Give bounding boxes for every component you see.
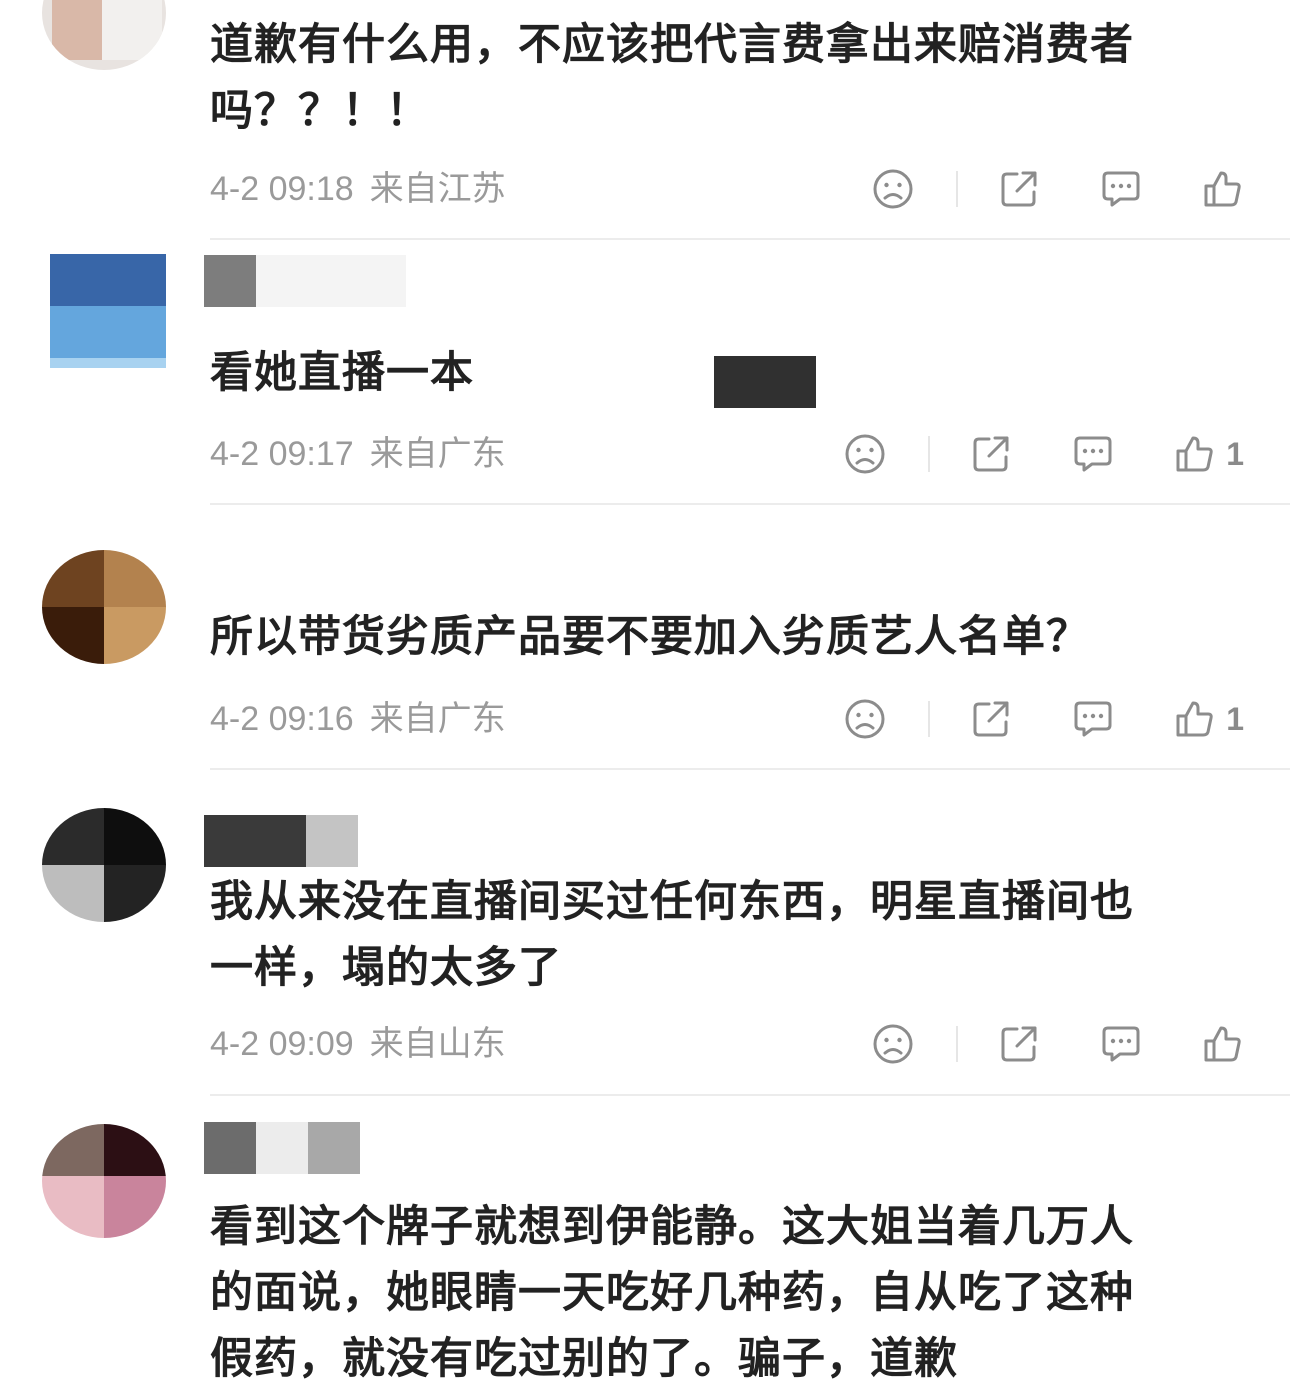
avatar[interactable]	[42, 550, 166, 664]
comment-location: 来自广东	[369, 700, 506, 738]
action-separator	[928, 436, 931, 472]
action-separator	[928, 701, 931, 737]
action-separator	[956, 1026, 958, 1062]
nickname-redacted[interactable]	[204, 1122, 464, 1174]
share-button[interactable]	[998, 1023, 1040, 1065]
avatar[interactable]	[42, 0, 166, 70]
action-separator	[956, 171, 958, 207]
like-button[interactable]	[1202, 1023, 1244, 1065]
comment-location: 来自江苏	[369, 170, 506, 208]
comment-time: 4-2 09:17	[210, 435, 354, 473]
share-icon	[1001, 1026, 1037, 1062]
comment-text: 看到这个牌子就想到伊能静。这大姐当着几万人 的面说，她眼睛一天吃好几种药，自从吃…	[210, 1202, 1134, 1384]
comment-actions	[872, 1019, 1244, 1069]
sad-face-icon	[873, 1024, 913, 1064]
like-button[interactable]	[1202, 168, 1244, 210]
reply-button[interactable]	[1100, 1023, 1142, 1065]
comment-bubble-icon	[1102, 171, 1140, 207]
avatar[interactable]	[42, 1124, 166, 1238]
share-icon	[973, 436, 1009, 472]
nickname-redacted[interactable]	[204, 815, 464, 867]
comment-actions: 1	[844, 694, 1244, 744]
comment-divider	[210, 1094, 1290, 1096]
sad-face-icon	[845, 699, 885, 739]
comment-divider	[210, 238, 1290, 240]
comment-meta: 4-2 09:18 来自江苏	[210, 164, 506, 214]
dislike-button[interactable]	[844, 698, 886, 740]
reply-button[interactable]	[1072, 698, 1114, 740]
comment-text: 道歉有什么用，不应该把代言费拿出来赔消费者 吗？？！！	[210, 20, 1134, 136]
share-button[interactable]	[998, 168, 1040, 210]
thumbs-up-icon	[1176, 436, 1213, 472]
comment-divider	[210, 503, 1290, 505]
thumbs-up-icon	[1204, 171, 1241, 207]
reply-button[interactable]	[1100, 168, 1142, 210]
comment-actions: 1	[844, 429, 1244, 479]
comment-location: 来自山东	[369, 1025, 506, 1063]
avatar[interactable]	[50, 254, 166, 368]
like-count: 1	[1226, 435, 1244, 472]
like-button[interactable]: 1	[1174, 433, 1244, 475]
share-button[interactable]	[970, 698, 1012, 740]
comment-bubble-icon	[1102, 1026, 1140, 1062]
like-button[interactable]: 1	[1174, 698, 1244, 740]
sad-face-icon	[845, 434, 885, 474]
comment-time: 4-2 09:18	[210, 170, 354, 208]
comment-actions	[872, 164, 1244, 214]
comment-time: 4-2 09:09	[210, 1025, 354, 1063]
comment-meta: 4-2 09:09 来自山东	[210, 1019, 506, 1069]
comment-bubble-icon	[1074, 436, 1112, 472]
thumbs-up-icon	[1176, 701, 1213, 737]
thumbs-up-icon	[1204, 1026, 1241, 1062]
sad-face-icon	[873, 169, 913, 209]
comment-divider	[210, 768, 1290, 770]
avatar[interactable]	[42, 808, 166, 922]
comment-bubble-icon	[1074, 701, 1112, 737]
share-icon	[973, 701, 1009, 737]
comment-time: 4-2 09:16	[210, 700, 354, 738]
nickname-redacted[interactable]	[204, 255, 464, 307]
dislike-button[interactable]	[872, 1023, 914, 1065]
redacted-block	[714, 356, 816, 408]
comment-text: 所以带货劣质产品要不要加入劣质艺人名单？	[210, 612, 1090, 662]
comment-meta: 4-2 09:16 来自广东	[210, 694, 506, 744]
dislike-button[interactable]	[844, 433, 886, 475]
comment-meta: 4-2 09:17 来自广东	[210, 429, 506, 479]
like-count: 1	[1226, 700, 1244, 737]
comment-text: 我从来没在直播间买过任何东西，明星直播间也 一样，塌的太多了	[210, 877, 1134, 993]
share-button[interactable]	[970, 433, 1012, 475]
reply-button[interactable]	[1072, 433, 1114, 475]
comment-location: 来自广东	[369, 435, 506, 473]
dislike-button[interactable]	[872, 168, 914, 210]
share-icon	[1001, 171, 1037, 207]
